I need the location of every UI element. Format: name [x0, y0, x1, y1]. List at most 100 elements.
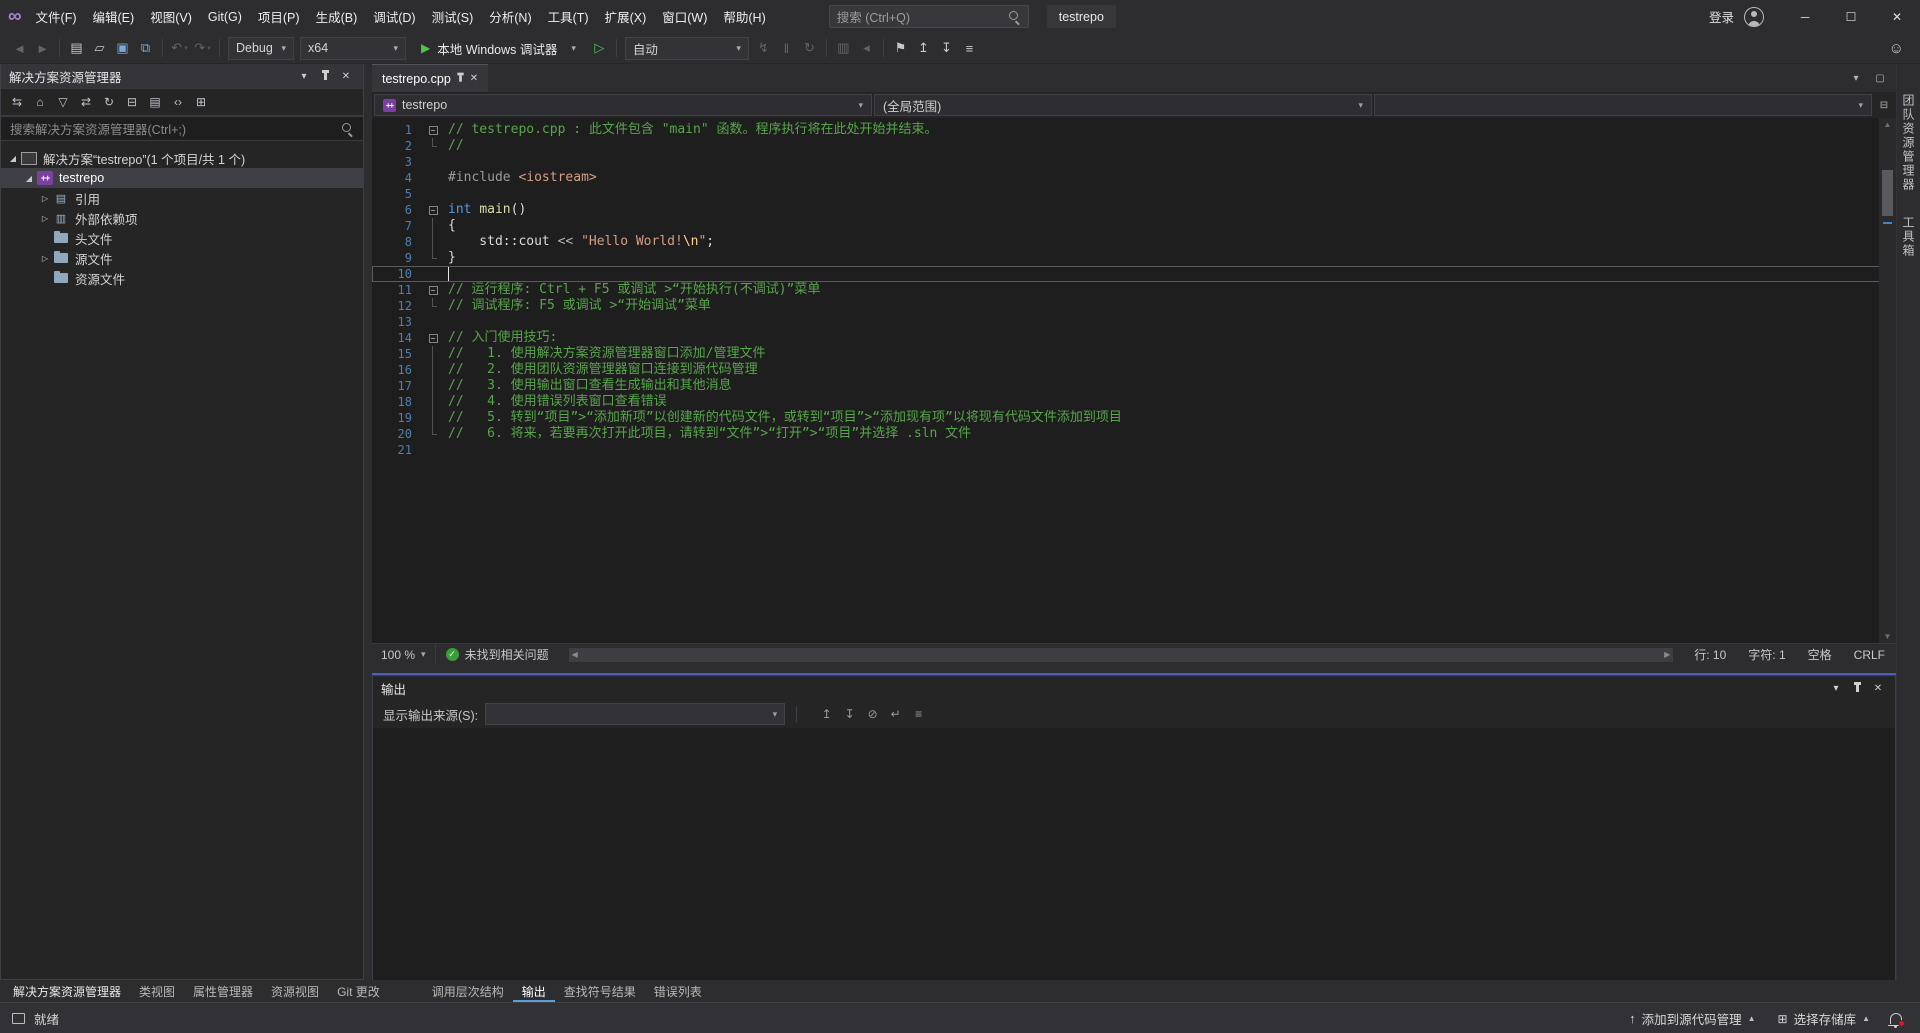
menu-item[interactable]: 扩展(X)	[597, 0, 655, 33]
menu-item[interactable]: 测试(S)	[424, 0, 482, 33]
collapse-region-icon[interactable]: −	[429, 286, 438, 295]
autoscroll-icon[interactable]: ≡	[908, 704, 929, 725]
tree-item[interactable]: ▷▤引用	[1, 188, 363, 208]
split-window-icon[interactable]: ⊟	[1874, 95, 1894, 115]
quick-launch-search[interactable]: 搜索 (Ctrl+Q)	[829, 5, 1029, 28]
code-line[interactable]: 14−// 入门使用技巧:	[372, 330, 1896, 346]
fold-margin[interactable]: −	[424, 282, 442, 298]
tree-item[interactable]: ◢解决方案“testrepo”(1 个项目/共 1 个)	[1, 148, 363, 168]
background-tasks-icon[interactable]	[12, 1013, 25, 1024]
home-icon[interactable]: ⌂	[29, 91, 51, 113]
tree-collapsed-arrow-icon[interactable]: ▷	[37, 214, 53, 223]
output-source-dropdown[interactable]: ▾	[485, 703, 785, 725]
close-icon[interactable]: ✕	[337, 68, 355, 86]
code-line[interactable]: 9}	[372, 250, 1896, 266]
chevron-down-icon[interactable]: ▾	[1827, 679, 1845, 697]
code-line[interactable]: 8 std::cout << "Hello World!\n";	[372, 234, 1896, 250]
fold-margin[interactable]: −	[424, 122, 442, 138]
find-in-files-icon[interactable]: ▥	[832, 37, 855, 60]
code-line[interactable]: 17// 3. 使用输出窗口查看生成输出和其他消息	[372, 378, 1896, 394]
dock-tab[interactable]: 资源视图	[262, 980, 328, 1002]
dock-tab[interactable]: 查找符号结果	[555, 980, 645, 1002]
panel-splitter[interactable]	[372, 665, 1896, 673]
dock-tab[interactable]: 调用层次结构	[423, 980, 513, 1002]
previous-bookmark-icon[interactable]: ↥	[912, 37, 935, 60]
tree-collapsed-arrow-icon[interactable]: ▷	[37, 254, 53, 263]
dock-tab[interactable]: 属性管理器	[184, 980, 262, 1002]
navigate-back-icon[interactable]: ◄	[8, 37, 31, 60]
notifications-bell-icon[interactable]	[1890, 1013, 1902, 1024]
line-indicator[interactable]: 行: 10	[1683, 644, 1737, 665]
solution-configurations-dropdown[interactable]: Debug▾	[228, 37, 294, 60]
minimize-button[interactable]: ─	[1782, 0, 1828, 33]
select-repository-button[interactable]: ⊞ 选择存储库 ▲	[1770, 1003, 1879, 1033]
tree-item[interactable]: 头文件	[1, 228, 363, 248]
side-tab[interactable]: 工具箱	[1900, 216, 1917, 258]
view-code-icon[interactable]: ‹›	[167, 91, 189, 113]
menu-item[interactable]: 文件(F)	[28, 0, 85, 33]
code-editor[interactable]: 1−// testrepo.cpp : 此文件包含 "main" 函数。程序执行…	[372, 118, 1896, 643]
document-tab[interactable]: testrepo.cpp ✕	[372, 64, 488, 92]
code-line[interactable]: 18// 4. 使用错误列表窗口查看错误	[372, 394, 1896, 410]
code-line[interactable]: 3	[372, 154, 1896, 170]
start-without-debugging-icon[interactable]: ▷	[588, 37, 611, 60]
scope-dropdown[interactable]: (全局范围) ▾	[874, 94, 1372, 116]
open-file-icon[interactable]: ▱	[88, 37, 111, 60]
pending-changes-filter-icon[interactable]: ▽	[52, 91, 74, 113]
menu-item[interactable]: 调试(D)	[365, 0, 423, 33]
code-line[interactable]: 5	[372, 186, 1896, 202]
scroll-right-icon[interactable]: ▶	[1664, 650, 1670, 659]
menu-item[interactable]: 分析(N)	[481, 0, 539, 33]
close-icon[interactable]: ✕	[1869, 679, 1887, 697]
code-line[interactable]: 1−// testrepo.cpp : 此文件包含 "main" 函数。程序执行…	[372, 122, 1896, 138]
code-line[interactable]: 19// 5. 转到“项目”>“添加新项”以创建新的代码文件，或转到“项目”>“…	[372, 410, 1896, 426]
clear-all-icon[interactable]: ⊘	[862, 704, 883, 725]
add-to-source-control-button[interactable]: ↑ 添加到源代码管理 ▲	[1621, 1003, 1763, 1033]
close-button[interactable]: ✕	[1874, 0, 1920, 33]
dock-tab[interactable]: 错误列表	[645, 980, 711, 1002]
column-indicator[interactable]: 字符: 1	[1737, 644, 1796, 665]
pin-icon[interactable]	[1848, 679, 1866, 697]
show-all-files-icon[interactable]: ▤	[144, 91, 166, 113]
collapse-all-icon[interactable]: ⊟	[121, 91, 143, 113]
solution-search-input[interactable]: 搜索解决方案资源管理器(Ctrl+;)	[1, 116, 363, 141]
horizontal-scrollbar[interactable]: ◀ ▶	[569, 648, 1674, 662]
navigate-document-icon[interactable]: ◂	[855, 37, 878, 60]
pin-icon[interactable]	[459, 75, 462, 81]
scroll-down-icon[interactable]: ▼	[1884, 632, 1892, 641]
document-health-indicator[interactable]: ✓ 未找到相关问题	[435, 644, 559, 665]
scroll-up-icon[interactable]: ▲	[1884, 120, 1892, 129]
code-line[interactable]: 11−// 运行程序: Ctrl + F5 或调试 >“开始执行(不调试)”菜单	[372, 282, 1896, 298]
collapse-region-icon[interactable]: −	[429, 126, 438, 135]
vertical-splitter[interactable]	[364, 64, 372, 980]
break-all-icon[interactable]: ‖	[775, 37, 798, 60]
code-line[interactable]: 15// 1. 使用解决方案资源管理器窗口添加/管理文件	[372, 346, 1896, 362]
chevron-down-icon[interactable]: ▾	[295, 68, 313, 86]
tree-expanded-arrow-icon[interactable]: ◢	[5, 154, 21, 163]
scroll-left-icon[interactable]: ◀	[572, 650, 578, 659]
menu-item[interactable]: 视图(V)	[142, 0, 200, 33]
fold-margin[interactable]: −	[424, 202, 442, 218]
fold-margin[interactable]: −	[424, 330, 442, 346]
navigate-forward-icon[interactable]: ►	[31, 37, 54, 60]
output-content[interactable]	[373, 728, 1895, 980]
menu-item[interactable]: 项目(P)	[250, 0, 308, 33]
new-project-icon[interactable]: ▤	[65, 37, 88, 60]
menu-item[interactable]: 窗口(W)	[654, 0, 715, 33]
switch-views-icon[interactable]: ⇆	[6, 91, 28, 113]
refresh-icon[interactable]: ↻	[98, 91, 120, 113]
line-ending-indicator[interactable]: CRLF	[1843, 644, 1896, 665]
code-line[interactable]: 20// 6. 将来，若要再次打开此项目，请转到“文件”>“打开”>“项目”并选…	[372, 426, 1896, 442]
code-line[interactable]: 7{	[372, 218, 1896, 234]
zoom-dropdown[interactable]: 100 % ▾	[372, 644, 435, 665]
goto-previous-message-icon[interactable]: ↥	[816, 704, 837, 725]
word-wrap-icon[interactable]: ↵	[885, 704, 906, 725]
bookmark-list-icon[interactable]: ≡	[958, 37, 981, 60]
next-bookmark-icon[interactable]: ↧	[935, 37, 958, 60]
tree-item[interactable]: ◢++testrepo	[1, 168, 363, 188]
vertical-scrollbar[interactable]: ▲ ▼	[1879, 118, 1896, 643]
collapse-region-icon[interactable]: −	[429, 206, 438, 215]
undo-icon[interactable]: ↶▾	[168, 37, 191, 60]
float-window-icon[interactable]: ▢	[1870, 68, 1890, 88]
code-line[interactable]: 12// 调试程序: F5 或调试 >“开始调试”菜单	[372, 298, 1896, 314]
